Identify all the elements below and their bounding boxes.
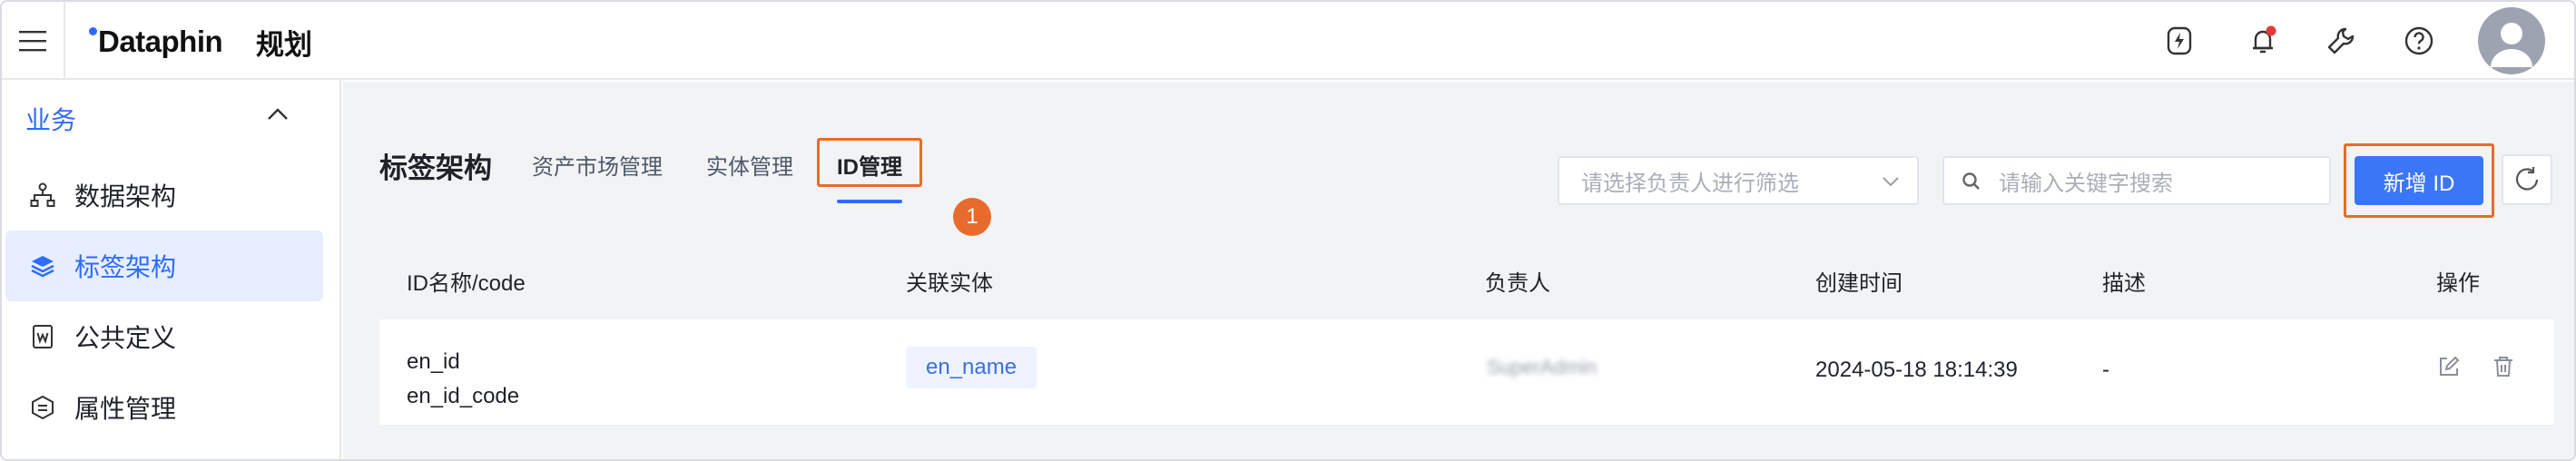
sidebar-group-label: 业务 bbox=[25, 106, 77, 134]
id-code: en_id_code bbox=[407, 384, 520, 408]
top-bar: Dataphin 规划 bbox=[2, 2, 2574, 80]
hierarchy-icon bbox=[29, 181, 56, 209]
sidebar-item-tag-architecture[interactable]: 标签架构 bbox=[5, 230, 323, 301]
delete-icon[interactable] bbox=[2491, 354, 2516, 379]
table-header: ID名称/code 关联实体 负责人 创建时间 描述 操作 bbox=[379, 238, 2554, 319]
annotation-box-1 bbox=[817, 138, 922, 187]
search-placeholder: 请输入关键字搜索 bbox=[1999, 171, 2173, 196]
bell-icon[interactable] bbox=[2244, 22, 2282, 60]
menu-icon[interactable] bbox=[2, 2, 65, 80]
wrench-icon[interactable] bbox=[2322, 22, 2360, 60]
sidebar-item-data-architecture[interactable]: 数据架构 bbox=[5, 160, 323, 230]
column-header-owner: 负责人 bbox=[1485, 271, 1550, 296]
lightning-icon[interactable] bbox=[2160, 22, 2198, 60]
sidebar-item-label: 标签架构 bbox=[74, 253, 177, 281]
sidebar-item-label: 数据架构 bbox=[74, 182, 177, 211]
sidebar-item-public-definition[interactable]: 公共定义 bbox=[5, 301, 323, 372]
logo-dot bbox=[89, 26, 97, 35]
id-name-cell: en_id en_id_code bbox=[407, 345, 519, 414]
chevron-down-icon bbox=[1881, 172, 1901, 198]
edit-icon[interactable] bbox=[2436, 354, 2462, 379]
new-id-button[interactable]: 新增 ID bbox=[2355, 156, 2483, 205]
tab-asset-market[interactable]: 资产市场管理 bbox=[532, 149, 663, 181]
id-name: en_id bbox=[407, 349, 460, 374]
sidebar-group-business[interactable]: 业务 bbox=[2, 80, 339, 158]
id-table: ID名称/code 关联实体 负责人 创建时间 描述 操作 en_id en_i… bbox=[379, 238, 2554, 425]
refresh-button[interactable] bbox=[2502, 154, 2552, 205]
table-row[interactable]: en_id en_id_code en_name SuperAdmin 2024… bbox=[379, 319, 2554, 425]
sidebar-item-label: 属性管理 bbox=[74, 395, 177, 423]
avatar[interactable] bbox=[2478, 7, 2545, 74]
chevron-up-icon bbox=[267, 107, 289, 126]
active-tab-indicator bbox=[837, 200, 902, 203]
entity-tag[interactable]: en_name bbox=[906, 347, 1037, 388]
brand-name: Dataphin bbox=[98, 25, 223, 58]
column-header-actions: 操作 bbox=[2436, 271, 2480, 296]
sidebar-item-attribute-management[interactable]: 属性管理 bbox=[5, 372, 323, 443]
layers-icon bbox=[29, 252, 56, 280]
page-title: 标签架构 bbox=[379, 152, 492, 184]
brand-logo[interactable]: Dataphin bbox=[89, 22, 223, 62]
column-header-created: 创建时间 bbox=[1815, 271, 1903, 296]
owner-filter-placeholder: 请选择负责人进行筛选 bbox=[1581, 171, 1799, 196]
sidebar: 业务 数据架构 标签架构 公共定义 属性管理 bbox=[2, 80, 341, 459]
annotation-badge-1: 1 bbox=[953, 198, 991, 236]
refresh-icon bbox=[2515, 167, 2539, 191]
tab-entity-management[interactable]: 实体管理 bbox=[706, 149, 793, 181]
w-doc-icon bbox=[29, 323, 56, 350]
description-cell: - bbox=[2102, 358, 2109, 382]
owner-filter-select[interactable]: 请选择负责人进行筛选 bbox=[1558, 156, 1919, 205]
search-icon bbox=[1961, 171, 1982, 199]
module-name: 规划 bbox=[256, 28, 312, 61]
sidebar-item-label: 公共定义 bbox=[74, 324, 177, 352]
search-input[interactable]: 请输入关键字搜索 bbox=[1942, 156, 2331, 205]
column-header-entity: 关联实体 bbox=[906, 271, 993, 296]
column-header-id-name: ID名称/code bbox=[407, 271, 526, 296]
help-icon[interactable] bbox=[2400, 22, 2438, 60]
app-window: Dataphin 规划 业务 数据架构 标签架构 公共定义 属性管理 标签架构 … bbox=[0, 0, 2576, 461]
column-header-description: 描述 bbox=[2102, 271, 2146, 296]
attribute-icon bbox=[29, 394, 56, 421]
main-content: 标签架构 资产市场管理 实体管理 ID管理 1 请选择负责人进行筛选 请输入关键… bbox=[343, 82, 2574, 459]
owner-cell: SuperAdmin bbox=[1487, 356, 1598, 378]
created-time-cell: 2024-05-18 18:14:39 bbox=[1815, 358, 2018, 382]
page-header: 标签架构 资产市场管理 实体管理 ID管理 1 请选择负责人进行筛选 请输入关键… bbox=[343, 82, 2574, 281]
